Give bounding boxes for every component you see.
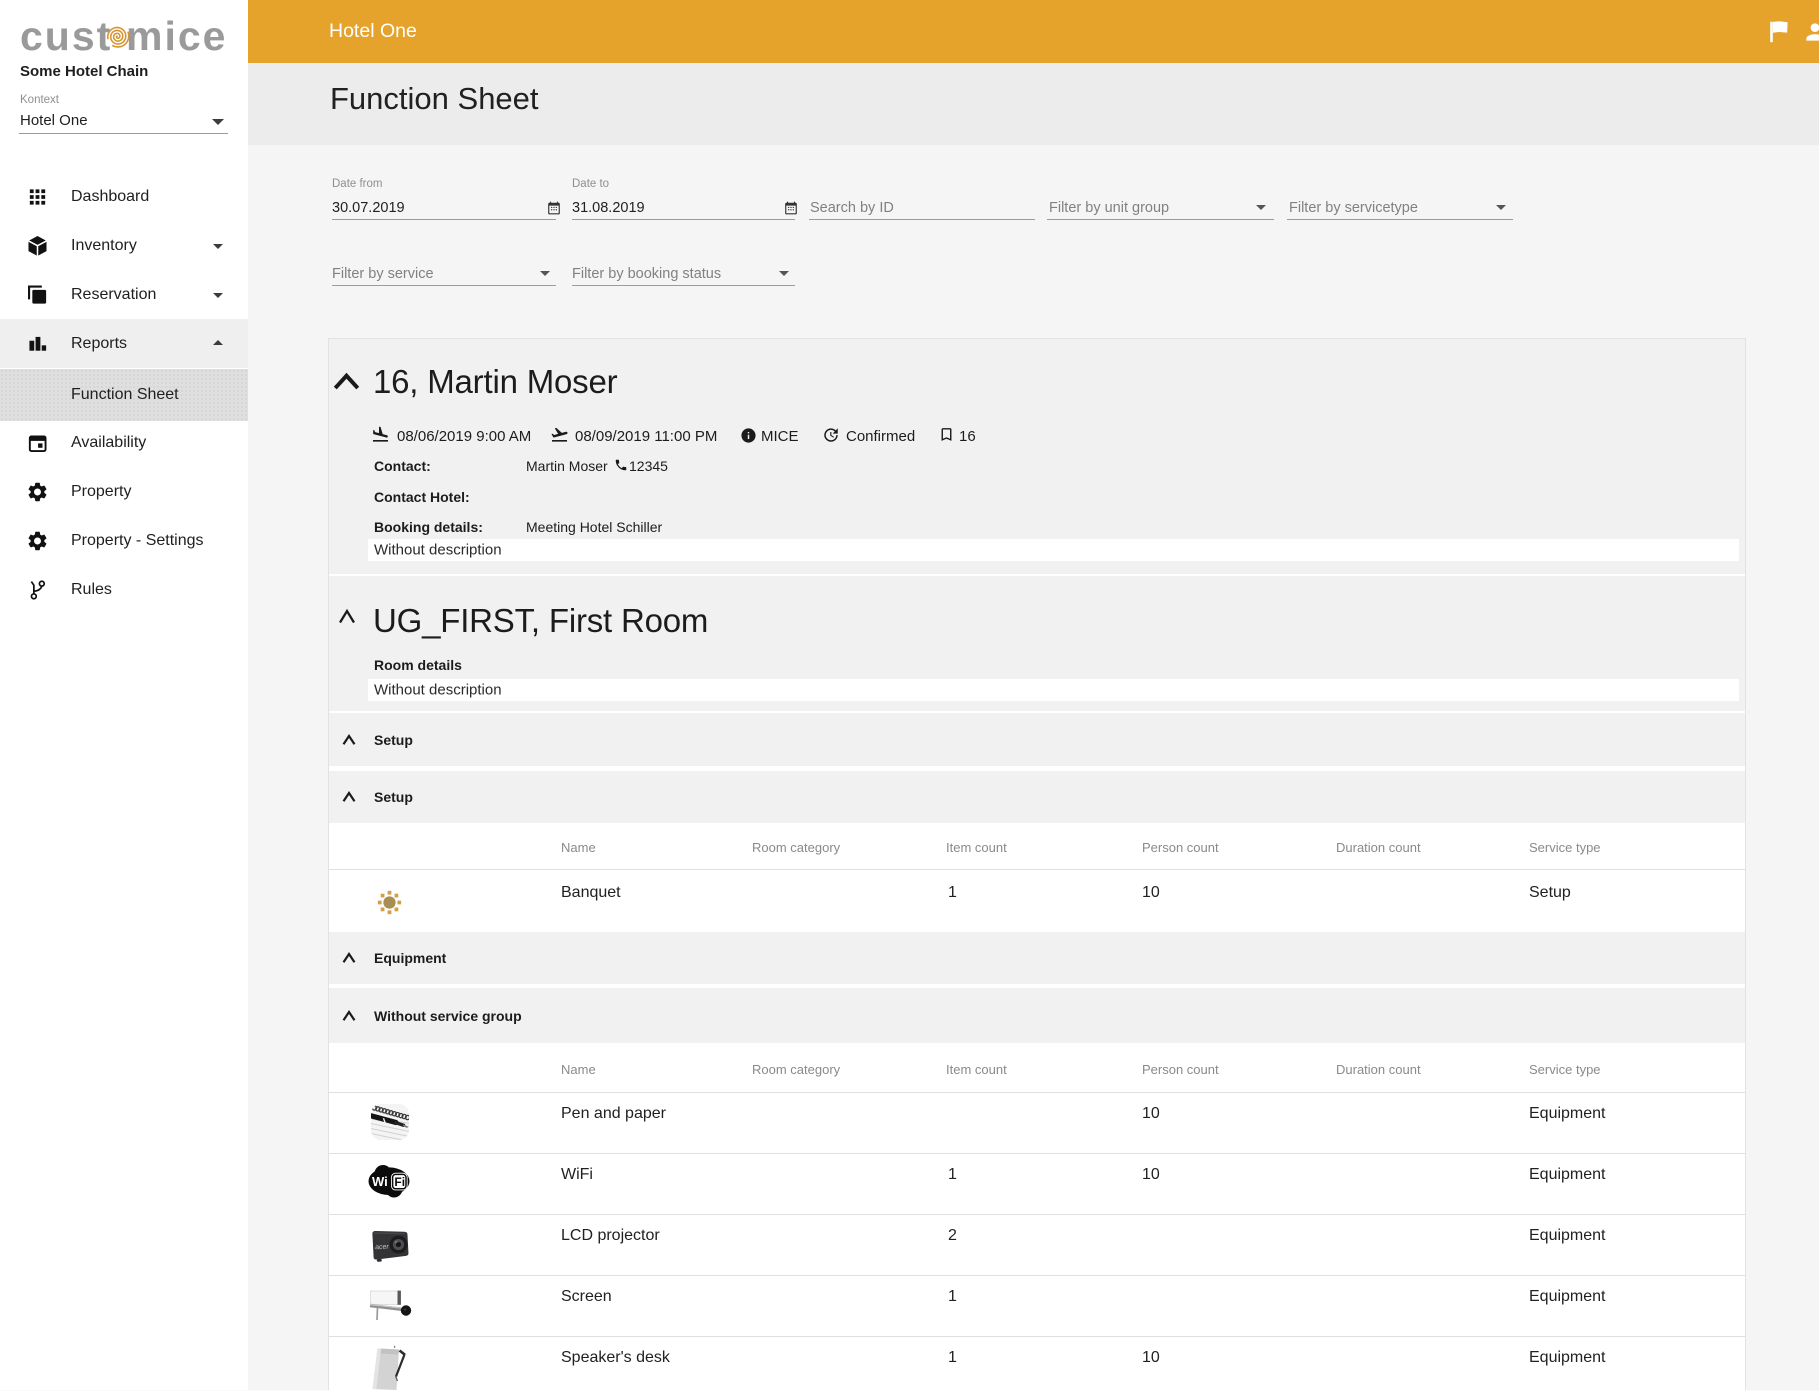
svg-text:acer: acer: [375, 1244, 390, 1252]
svg-text:Wi: Wi: [372, 1174, 388, 1189]
svg-text:Fi: Fi: [394, 1175, 405, 1189]
